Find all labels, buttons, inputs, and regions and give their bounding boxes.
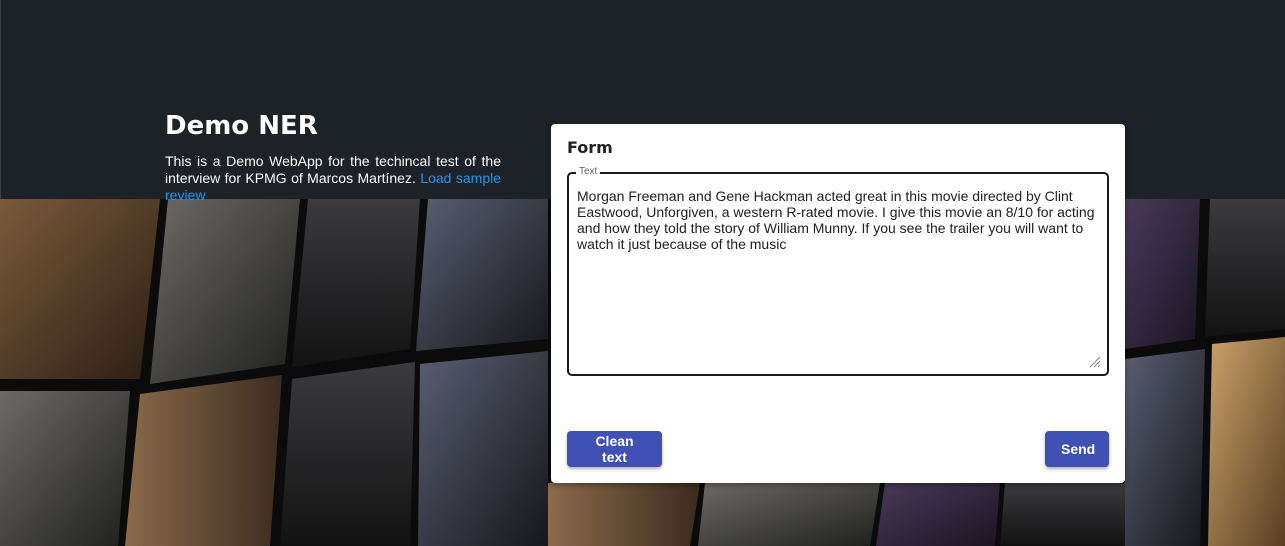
review-text-input[interactable]: Morgan Freeman and Gene Hackman acted gr… <box>577 188 1099 364</box>
resize-grip-icon[interactable] <box>1089 356 1101 368</box>
text-field: Text Morgan Freeman and Gene Hackman act… <box>567 166 1109 376</box>
form-card: Form Text Morgan Freeman and Gene Hackma… <box>551 124 1125 483</box>
page: Demo NER This is a Demo WebApp for the t… <box>0 0 1285 546</box>
intro-section: Demo NER This is a Demo WebApp for the t… <box>165 108 501 204</box>
form-title: Form <box>567 138 613 157</box>
page-title: Demo NER <box>165 111 318 141</box>
clean-text-button[interactable]: Clean text <box>567 431 662 467</box>
send-button[interactable]: Send <box>1045 431 1109 467</box>
intro-description: This is a Demo WebApp for the techincal … <box>165 153 501 204</box>
text-field-label: Text <box>576 166 601 178</box>
